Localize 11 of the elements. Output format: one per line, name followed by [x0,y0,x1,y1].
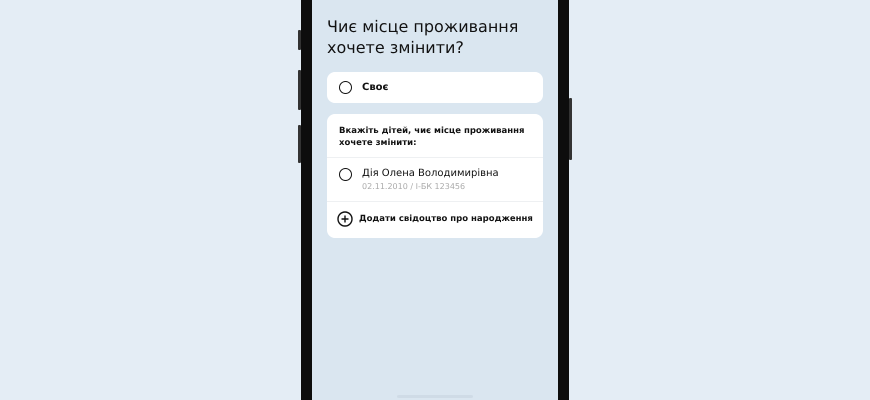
child-details: 02.11.2010 / І-БК 123456 [362,182,466,191]
child-name: Дія Олена Володимирівна [362,168,499,179]
radio-button[interactable] [339,168,352,181]
radio-option[interactable]: Своє [327,72,543,103]
radio-button[interactable] [339,81,352,94]
child-option[interactable]: Дія Олена Володимирівна 02.11.2010 / І-БК 123456 [327,158,543,202]
children-prompt: Вкажіть дітей, чиє місце проживання хочете змінити: [327,114,543,158]
screen-title: Чиє місце проживання хочете змінити? [327,16,520,58]
add-certificate-button[interactable]: Додати свідоцтво про народження [327,202,543,238]
add-icon [337,211,353,227]
option-label: Своє [362,82,388,93]
